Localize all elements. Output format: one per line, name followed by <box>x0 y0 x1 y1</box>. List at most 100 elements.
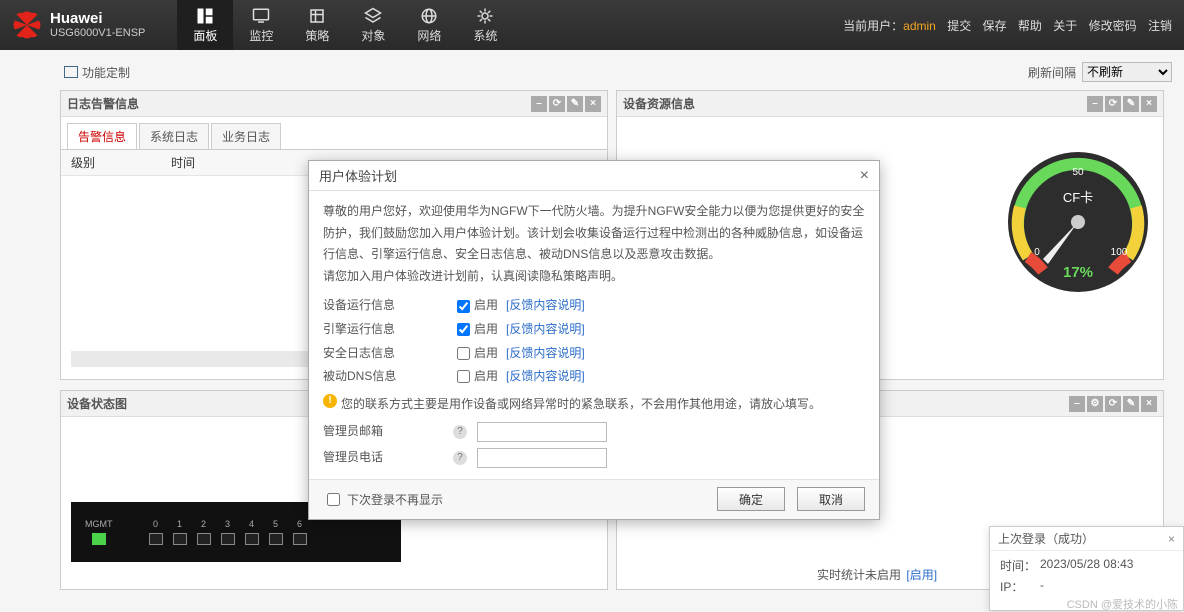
opt-seclog-check[interactable] <box>457 347 470 360</box>
info-icon[interactable]: ? <box>453 451 467 465</box>
modal-intro: 尊敬的用户您好，欢迎使用华为NGFW下一代防火墙。为提升NGFW安全能力以便为您… <box>323 201 865 266</box>
header-right: 当前用户：admin 提交 保存 帮助 关于 修改密码 注销 <box>843 17 1184 34</box>
dont-show-check[interactable] <box>327 493 340 506</box>
login-time-value: 2023/05/28 08:43 <box>1040 557 1133 574</box>
customize-link[interactable]: 功能定制 <box>82 64 130 81</box>
col-level: 级别 <box>71 154 171 171</box>
link-logout[interactable]: 注销 <box>1148 19 1172 33</box>
port-1[interactable] <box>173 533 187 545</box>
opt-engine-link[interactable]: [反馈内容说明] <box>506 319 585 341</box>
dont-show-again[interactable]: 下次登录不再显示 <box>323 490 443 509</box>
top-bar: Huawei USG6000V1-ENSP 面板 监控 策略 对象 网络 系统 … <box>0 0 1184 50</box>
panel-btn-min[interactable]: – <box>531 96 547 112</box>
huawei-logo-icon <box>10 10 44 40</box>
realtime-stat: 实时统计未启用 [启用] <box>817 566 937 583</box>
login-ip-label: IP： <box>1000 578 1040 595</box>
col-time: 时间 <box>171 154 195 171</box>
admin-email-label: 管理员邮箱 <box>323 421 453 443</box>
link-change-pwd[interactable]: 修改密码 <box>1089 19 1137 33</box>
nav-policy[interactable]: 策略 <box>289 0 345 50</box>
dashboard-icon <box>194 7 216 25</box>
opt-device-label: 设备运行信息 <box>323 295 453 317</box>
toolbar: 功能定制 刷新间隔 不刷新 <box>60 58 1176 90</box>
panel-btn-edit[interactable]: ✎ <box>1123 396 1139 412</box>
link-help[interactable]: 帮助 <box>1018 19 1042 33</box>
nav-system[interactable]: 系统 <box>457 0 513 50</box>
panel-resource-title: 设备资源信息 <box>623 95 695 112</box>
panel-btn-min[interactable]: – <box>1069 396 1085 412</box>
opt-seclog-label: 安全日志信息 <box>323 343 453 365</box>
opt-engine-check[interactable] <box>457 323 470 336</box>
port-2[interactable] <box>197 533 211 545</box>
opt-dns-link[interactable]: [反馈内容说明] <box>506 366 585 388</box>
svg-text:0: 0 <box>1034 247 1040 258</box>
modal-close-icon[interactable]: × <box>860 167 869 185</box>
link-commit[interactable]: 提交 <box>947 19 971 33</box>
link-about[interactable]: 关于 <box>1053 19 1077 33</box>
panel-btn-min[interactable]: – <box>1087 96 1103 112</box>
opt-device-link[interactable]: [反馈内容说明] <box>506 295 585 317</box>
admin-phone-input[interactable] <box>477 448 607 468</box>
login-time-label: 时间： <box>1000 557 1040 574</box>
nav-dashboard[interactable]: 面板 <box>177 0 233 50</box>
nav-monitor[interactable]: 监控 <box>233 0 289 50</box>
svg-text:100: 100 <box>1111 247 1128 258</box>
tab-alarm[interactable]: 告警信息 <box>67 123 137 149</box>
opt-seclog-link[interactable]: [反馈内容说明] <box>506 343 585 365</box>
panel-btn-close[interactable]: × <box>1141 396 1157 412</box>
main-nav: 面板 监控 策略 对象 网络 系统 <box>177 0 513 50</box>
customize-icon <box>64 66 78 78</box>
port-6[interactable] <box>293 533 307 545</box>
port-mgmt[interactable] <box>92 533 106 545</box>
user-experience-modal: 用户体验计划 × 尊敬的用户您好，欢迎使用华为NGFW下一代防火墙。为提升NGF… <box>308 160 880 520</box>
admin-phone-label: 管理员电话 <box>323 447 453 469</box>
nav-object[interactable]: 对象 <box>345 0 401 50</box>
info-icon[interactable]: ? <box>453 425 467 439</box>
modal-warning: 您的联系方式主要是用作设备或网络异常时的紧急联系，不会用作其他用途，请放心填写。 <box>341 394 821 416</box>
tab-bizlog[interactable]: 业务日志 <box>211 123 281 149</box>
modal-title: 用户体验计划 <box>319 166 397 185</box>
warning-icon: ! <box>323 394 337 408</box>
svg-text:17%: 17% <box>1063 264 1093 281</box>
monitor-icon <box>250 7 272 25</box>
opt-device-check[interactable] <box>457 300 470 313</box>
brand-model: USG6000V1-ENSP <box>50 27 145 39</box>
link-save[interactable]: 保存 <box>983 19 1007 33</box>
port-0[interactable] <box>149 533 163 545</box>
watermark: CSDN @爱技术的小陈 <box>1067 596 1178 612</box>
opt-dns-label: 被动DNS信息 <box>323 366 453 388</box>
panel-btn-refresh[interactable]: ⟳ <box>1105 96 1121 112</box>
panel-btn-edit[interactable]: ✎ <box>1123 96 1139 112</box>
port-3[interactable] <box>221 533 235 545</box>
panel-btn-edit[interactable]: ✎ <box>567 96 583 112</box>
modal-intro2: 请您加入用户体验改进计划前，认真阅读隐私策略声明。 <box>323 266 865 288</box>
panel-btn-close[interactable]: × <box>585 96 601 112</box>
network-icon <box>418 7 440 25</box>
policy-icon <box>306 7 328 25</box>
panel-alarm-title: 日志告警信息 <box>67 95 139 112</box>
realtime-enable-link[interactable]: [启用] <box>906 568 937 582</box>
tab-syslog[interactable]: 系统日志 <box>139 123 209 149</box>
port-5[interactable] <box>269 533 283 545</box>
nav-network[interactable]: 网络 <box>401 0 457 50</box>
brand-block: Huawei USG6000V1-ENSP <box>0 10 157 40</box>
login-pop-close-icon[interactable]: × <box>1168 532 1175 546</box>
panel-btn-refresh[interactable]: ⟳ <box>549 96 565 112</box>
port-4[interactable] <box>245 533 259 545</box>
refresh-select[interactable]: 不刷新 <box>1082 62 1172 82</box>
opt-engine-label: 引擎运行信息 <box>323 319 453 341</box>
panel-btn-close[interactable]: × <box>1141 96 1157 112</box>
panel-btn-settings[interactable]: ⚙ <box>1087 396 1103 412</box>
ok-button[interactable]: 确定 <box>717 487 785 511</box>
panel-device-title: 设备状态图 <box>67 395 127 412</box>
panel-btn-refresh[interactable]: ⟳ <box>1105 396 1121 412</box>
current-user-value: admin <box>903 19 936 33</box>
cf-card-gauge: CF卡 0 50 100 17% <box>1003 147 1153 297</box>
system-icon <box>474 7 496 25</box>
current-user-label: 当前用户： <box>843 19 903 33</box>
opt-dns-check[interactable] <box>457 370 470 383</box>
svg-text:50: 50 <box>1072 167 1084 178</box>
cancel-button[interactable]: 取消 <box>797 487 865 511</box>
object-icon <box>362 7 384 25</box>
admin-email-input[interactable] <box>477 422 607 442</box>
